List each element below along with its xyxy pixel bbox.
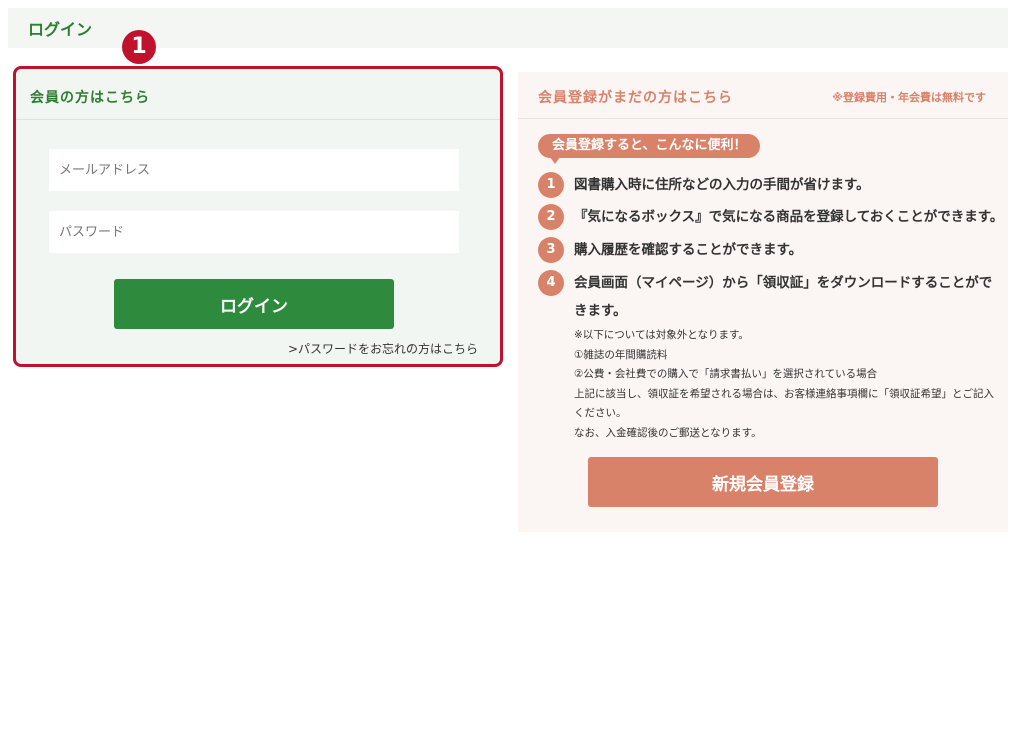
benefit-item: 1 図書購入時に住所などの入力の手間が省けます。 — [538, 171, 870, 199]
register-section-title: 会員登録がまだの方はこちら — [538, 90, 733, 106]
benefit-item: 3 購入履歴を確認することができます。 — [538, 236, 802, 264]
note-line: ②公費・会社費での購入で「請求書払い」を選択されている場合 — [574, 368, 878, 380]
benefit-number: 2 — [538, 204, 564, 230]
benefit-text: 会員画面（マイページ）から「領収証」をダウンロードすることができます。 — [574, 275, 993, 319]
benefit-item: 4 — [538, 269, 574, 297]
benefit-item: 2 『気になるボックス』で気になる商品を登録しておくことができます。 — [538, 203, 1003, 231]
benefit-heading-badge: 会員登録すると、こんなに便利！ — [538, 134, 761, 164]
benefit-text: 図書購入時に住所などの入力の手間が省けます。 — [574, 177, 870, 193]
note-line: ※以下については対象外となります。 — [574, 329, 749, 341]
email-field[interactable] — [49, 149, 459, 191]
login-button[interactable]: ログイン — [114, 279, 394, 329]
benefit-number: 4 — [538, 270, 564, 296]
new-member-register-button[interactable]: 新規会員登録 — [588, 457, 938, 507]
step-marker-badge: 1 — [122, 30, 156, 64]
fee-note: ※登録費用・年会費は無料です — [832, 91, 986, 104]
note-line: 上記に該当し、領収証を希望される場合は、お客様連絡事項欄に「領収証希望」とご記入… — [574, 387, 994, 420]
note-line: なお、入金確認後のご郵送となります。 — [574, 426, 762, 439]
member-login-panel: 会員の方はこちら ログイン >パスワードをお忘れの方はこちら — [13, 66, 503, 367]
register-panel-header: 会員登録がまだの方はこちら ※登録費用・年会費は無料です — [518, 72, 1008, 119]
register-panel: 会員登録がまだの方はこちら ※登録費用・年会費は無料です 会員登録すると、こんな… — [518, 72, 1008, 532]
page-title: ログイン — [28, 20, 93, 39]
password-field[interactable] — [49, 211, 459, 253]
benefit-number: 1 — [538, 172, 564, 198]
benefit-text: 『気になるボックス』で気になる商品を登録しておくことができます。 — [574, 209, 1004, 225]
benefit-text: 購入履歴を確認することができます。 — [574, 242, 803, 258]
login-section-title: 会員の方はこちら — [30, 90, 150, 106]
note-line: ①雑誌の年間購読料 — [574, 348, 668, 361]
login-panel-header: 会員の方はこちら — [16, 69, 500, 120]
page-header: ログイン — [8, 8, 1008, 48]
forgot-password-link[interactable]: >パスワードをお忘れの方はこちら — [288, 340, 478, 357]
benefit-number: 3 — [538, 237, 564, 263]
receipt-notes: ※以下については対象外となります。 ①雑誌の年間購読料 ②公費・会社費での購入で… — [574, 326, 999, 443]
